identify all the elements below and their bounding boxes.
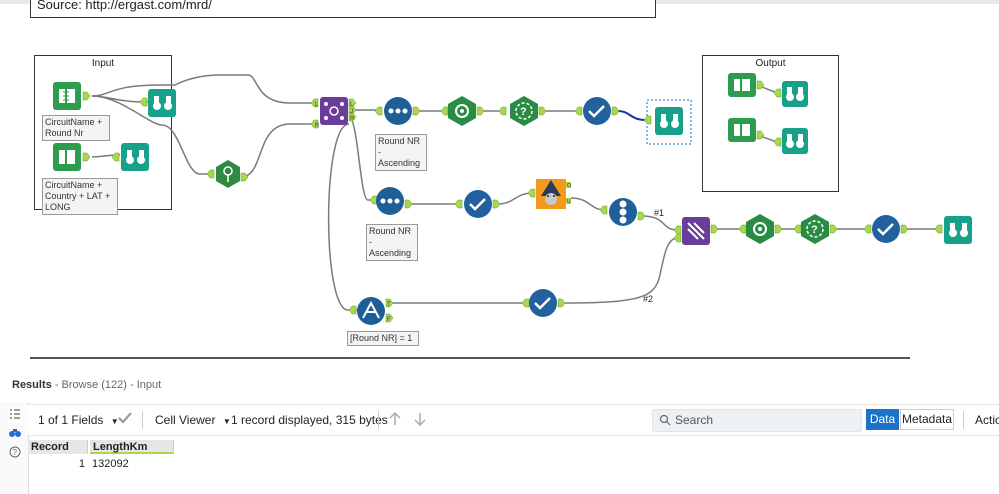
- list-icon[interactable]: [8, 408, 22, 422]
- output-input-tool-1[interactable]: [728, 73, 765, 97]
- results-toolbar: 1 of 1 Fields ▼ Cell Viewer ▼ 1 record d…: [28, 404, 999, 436]
- selected-connection: [617, 110, 647, 121]
- browse-tool-final[interactable]: [934, 216, 972, 244]
- sort-tool-2[interactable]: [369, 187, 413, 215]
- join-out-j: J: [350, 109, 353, 115]
- arrow-up-icon[interactable]: [388, 411, 402, 430]
- annotation-circuit-country: CircuitName + Country + LAT + LONG: [42, 178, 118, 215]
- workflow-graph: L R L J R ? O U ? T F: [53, 73, 972, 325]
- results-subtitle: - Browse (122) - Input: [54, 379, 162, 391]
- connection-label-2: #2: [643, 294, 654, 304]
- macro-anchor-o: O: [567, 183, 571, 189]
- binoculars-icon[interactable]: [8, 426, 22, 440]
- record-id-tool[interactable]: [599, 198, 646, 226]
- output-browse-tool-1[interactable]: [773, 81, 808, 107]
- transform-tool-2[interactable]: [738, 214, 783, 244]
- results-title: Results - Browse (122) - Input: [12, 379, 161, 391]
- metadata-tab[interactable]: Metadata: [900, 409, 954, 430]
- transform-tool-1[interactable]: [440, 96, 485, 126]
- chevron-down-icon: ▼: [222, 417, 231, 426]
- cell-viewer-dropdown[interactable]: Cell Viewer ▼: [155, 413, 231, 427]
- join-out-r: R: [350, 116, 355, 122]
- svg-text:?: ?: [13, 448, 18, 457]
- macro-anchor-u: U: [567, 199, 571, 205]
- workflow-canvas[interactable]: Source: http://ergast.com/mrd/ Input Out…: [0, 0, 999, 356]
- column-header-record[interactable]: Record: [28, 440, 88, 454]
- macro-tool[interactable]: O U: [527, 179, 571, 209]
- union-tool[interactable]: [673, 217, 719, 245]
- results-label: Results: [12, 379, 52, 391]
- input-data-tool-1[interactable]: [53, 82, 91, 110]
- svg-text:?: ?: [811, 224, 818, 236]
- annotation-sort-2: Round NR - Ascending: [366, 224, 418, 261]
- results-header: Results - Browse (122) - Input: [0, 368, 999, 398]
- checkmark-icon[interactable]: [117, 411, 133, 428]
- fields-label: 1 of 1 Fields: [38, 413, 104, 427]
- data-tab[interactable]: Data: [866, 409, 899, 430]
- toolbar-divider-2: [378, 411, 379, 429]
- connection-label-1: #1: [654, 208, 665, 218]
- filter-tool[interactable]: T F: [348, 297, 394, 325]
- record-info: 1 record displayed, 315 bytes: [231, 413, 388, 427]
- svg-text:?: ?: [520, 106, 527, 118]
- output-browse-tool-2[interactable]: [773, 128, 808, 154]
- select-tool-1[interactable]: [574, 97, 620, 125]
- select-tool-2[interactable]: [454, 190, 501, 218]
- annotation-sort-1: Round NR - Ascending: [375, 134, 427, 171]
- actions-button[interactable]: Actio: [975, 413, 999, 427]
- test-tool-2[interactable]: ?: [793, 214, 838, 244]
- results-sidebar: ?: [0, 402, 29, 494]
- join-anchor-l: L: [315, 102, 319, 108]
- join-anchor-r: R: [315, 123, 320, 129]
- browse-tool-1[interactable]: [139, 89, 176, 117]
- column-header-lengthkm[interactable]: LengthKm: [90, 440, 174, 454]
- browse-tool-selected[interactable]: [643, 99, 692, 145]
- annotation-filter: [Round NR] = 1: [347, 331, 419, 346]
- cell-lengthkm[interactable]: 132092: [92, 457, 176, 471]
- fields-dropdown[interactable]: 1 of 1 Fields ▼: [38, 413, 119, 427]
- input-data-tool-2[interactable]: [53, 143, 91, 171]
- search-placeholder: Search: [675, 413, 714, 427]
- toolbar-divider-3: [963, 411, 964, 429]
- toolbar-divider-1: [142, 411, 143, 429]
- browse-tool-2[interactable]: [111, 143, 149, 171]
- test-tool-1[interactable]: ?: [498, 96, 547, 126]
- filter-anchor-t: T: [387, 302, 391, 308]
- join-tool[interactable]: L R L J R: [310, 97, 357, 129]
- search-icon: [659, 414, 671, 429]
- output-input-tool-2[interactable]: [728, 118, 765, 142]
- select-tool-3[interactable]: [863, 215, 909, 243]
- filter-anchor-f: F: [387, 317, 391, 323]
- annotation-circuit-round: CircuitName + Round Nr: [42, 115, 110, 141]
- arrow-down-icon[interactable]: [413, 411, 427, 430]
- search-input[interactable]: Search: [652, 409, 862, 432]
- cell-viewer-label: Cell Viewer: [155, 413, 216, 427]
- pane-splitter[interactable]: [30, 357, 910, 359]
- help-icon[interactable]: ?: [8, 446, 22, 460]
- cell-record[interactable]: 1: [28, 457, 88, 471]
- create-points-tool[interactable]: [206, 160, 249, 188]
- select-tool-4[interactable]: [521, 289, 566, 317]
- sort-tool-1[interactable]: [374, 97, 421, 125]
